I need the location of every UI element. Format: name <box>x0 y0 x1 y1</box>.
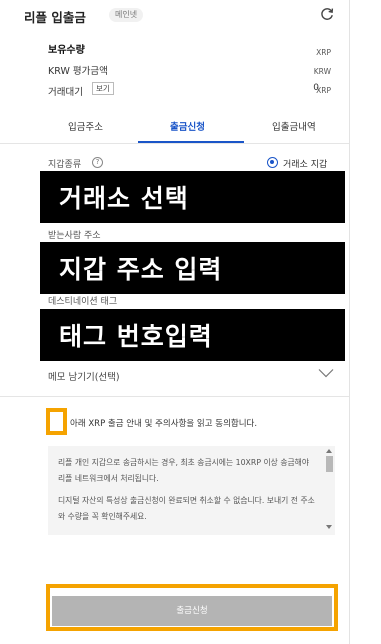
exchange-wallet-label[interactable]: 거래소 지갑 <box>283 157 327 170</box>
tab-deposit-address[interactable]: 입금주소 <box>68 119 103 133</box>
notice-paragraph: 디지털 자산의 특성상 출금신청이 완료되면 취소할 수 없습니다. 보내기 전… <box>58 496 315 521</box>
wallet-type-label: 지갑종류 <box>48 160 82 170</box>
pending-label: 거래대기 <box>48 87 83 98</box>
panel-header: 리플 입출금 메인넷 <box>0 0 349 32</box>
exchange-select-text: 거래소 선택 <box>59 184 189 213</box>
active-tab-indicator <box>138 141 244 143</box>
view-pending-button[interactable]: 보기 <box>92 82 114 95</box>
krw-unit: KRW <box>313 67 331 76</box>
page-title: 리플 입출금 <box>24 10 86 25</box>
refresh-icon[interactable] <box>319 6 335 22</box>
section-divider <box>0 396 349 397</box>
scroll-up-arrow[interactable] <box>326 449 332 453</box>
scroll-down-arrow[interactable] <box>326 525 332 529</box>
recipient-address-label: 받는사람 주소 <box>48 231 101 241</box>
destination-tag-label: 데스티네이션 태그 <box>48 297 118 307</box>
tab-withdraw-request[interactable]: 출금신청 <box>170 119 205 133</box>
holding-unit: XRP <box>316 48 331 57</box>
destination-tag-input[interactable]: 태그 번호입력 <box>40 309 345 361</box>
tab-history[interactable]: 입출금내역 <box>272 119 316 133</box>
withdraw-notice: 리플 개인 지갑으로 송금하시는 경우, 최초 송금시에는 10XRP 이상 송… <box>48 446 335 535</box>
balance-summary: 보유수량 XRP KRW 평가금액 KRW 거래대기 보기 0 XRP <box>0 34 349 104</box>
wallet-address-text: 지갑 주소 입력 <box>59 255 223 284</box>
scrollbar-thumb[interactable] <box>326 456 333 472</box>
withdraw-panel: 리플 입출금 메인넷 보유수량 XRP KRW 평가금액 KRW 거래대기 보기… <box>0 0 349 644</box>
pending-unit: XRP <box>316 86 331 95</box>
tag-input-text: 태그 번호입력 <box>59 322 213 351</box>
memo-toggle[interactable]: 메모 남기기(선택) <box>48 369 120 383</box>
exchange-select[interactable]: 거래소 선택 <box>40 171 345 223</box>
krw-value-label: KRW 평가금액 <box>48 66 108 77</box>
holding-label: 보유수량 <box>48 45 85 56</box>
agreement-text: 아래 XRP 출금 안내 및 주의사항을 읽고 동의합니다. <box>70 419 258 429</box>
agreement-checkbox[interactable] <box>46 408 67 435</box>
tab-bar: 입금주소 출금신청 입출금내역 <box>0 110 349 144</box>
help-icon[interactable]: ? <box>92 157 103 168</box>
withdraw-submit-button[interactable]: 출금신청 <box>52 596 332 626</box>
exchange-wallet-radio[interactable] <box>267 157 278 168</box>
chevron-down-icon[interactable] <box>318 368 334 378</box>
notice-paragraph: 리플 개인 지갑으로 송금하시는 경우, 최초 송금시에는 10XRP 이상 송… <box>58 458 310 483</box>
network-badge: 메인넷 <box>109 8 144 22</box>
wallet-address-input[interactable]: 지갑 주소 입력 <box>40 242 345 294</box>
panel-border <box>349 0 350 644</box>
